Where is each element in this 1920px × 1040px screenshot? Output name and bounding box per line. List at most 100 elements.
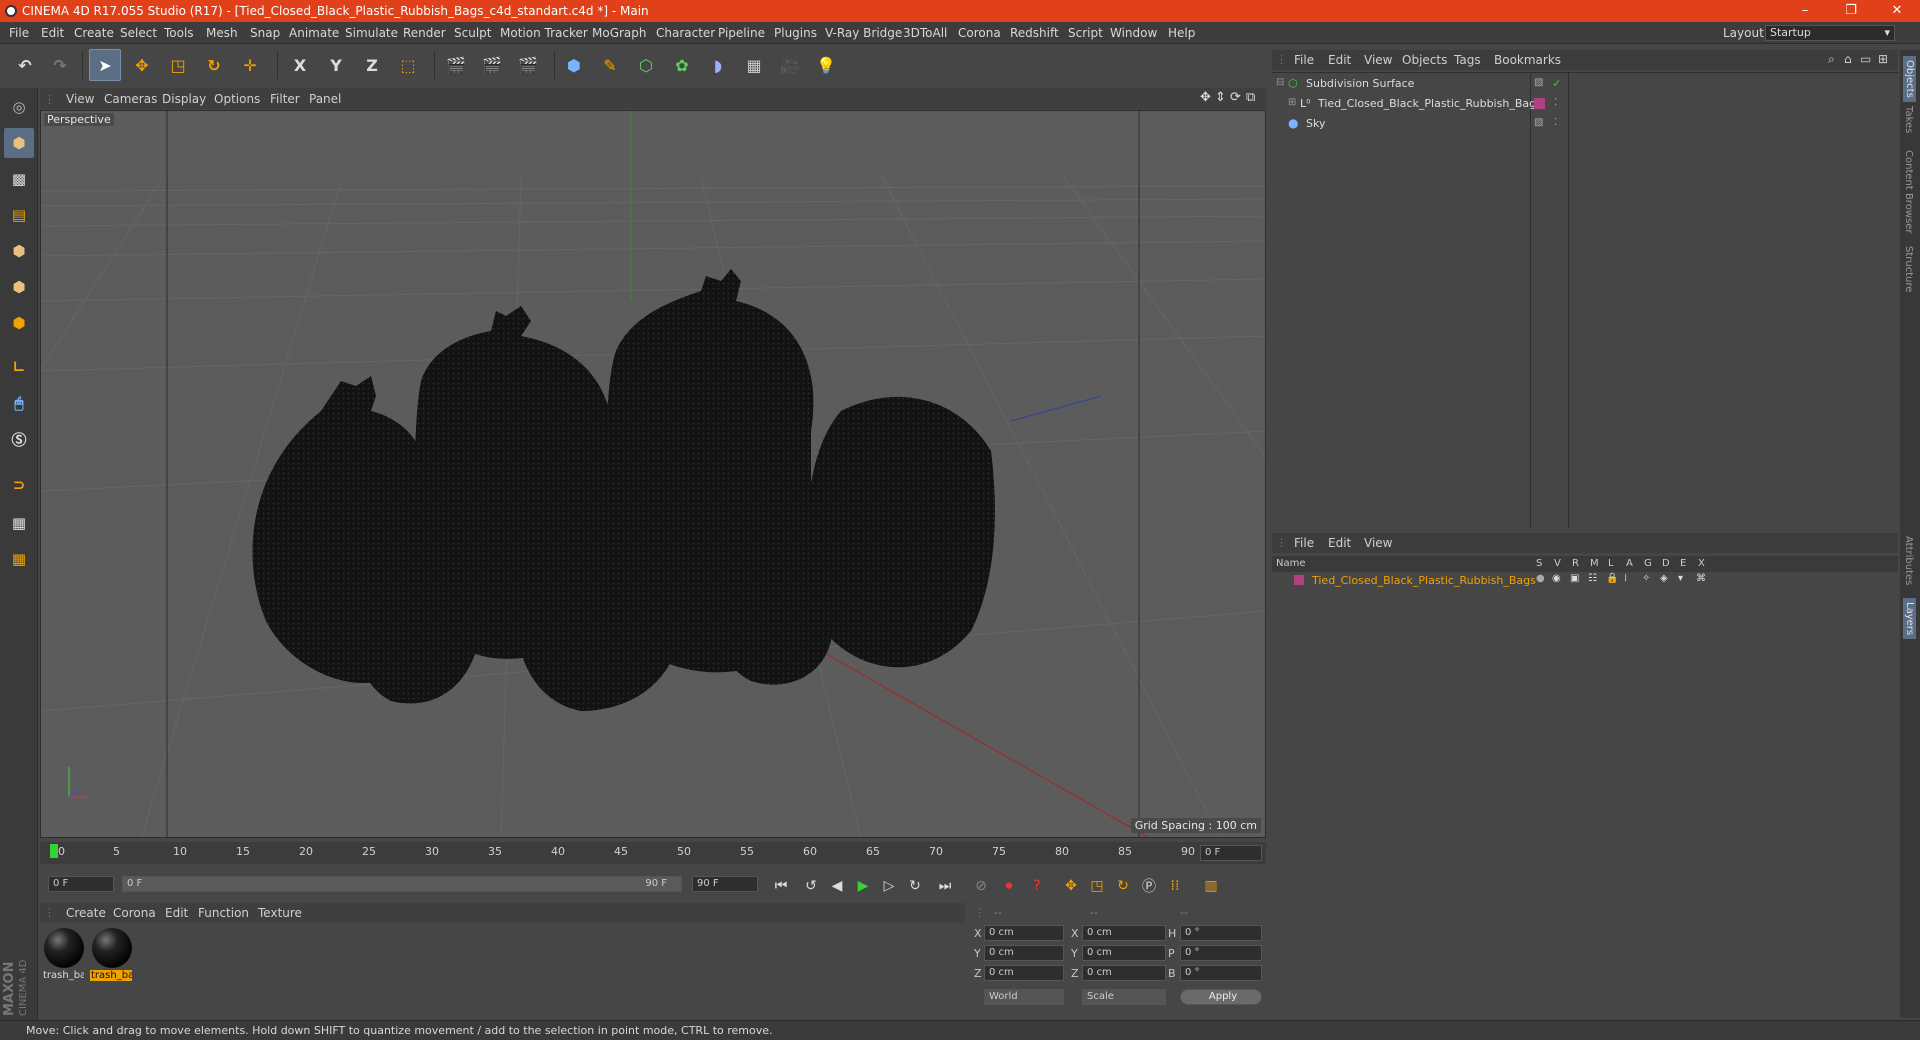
start-frame-field[interactable]: 0 F bbox=[48, 876, 114, 892]
render-picture-viewer-button[interactable]: 🎬 bbox=[476, 49, 508, 81]
menu-sculpt[interactable]: Sculpt bbox=[454, 26, 491, 40]
menu-simulate[interactable]: Simulate bbox=[345, 26, 398, 40]
menu-mograph[interactable]: MoGraph bbox=[592, 26, 647, 40]
layer-col-g[interactable]: G bbox=[1644, 558, 1652, 569]
menu-corona[interactable]: Corona bbox=[958, 26, 1001, 40]
end-frame-field[interactable]: 90 F bbox=[692, 876, 758, 892]
object-row[interactable]: ● Sky ▧ ⁚ bbox=[1272, 115, 1898, 133]
search-icon[interactable]: ⌕ bbox=[1828, 52, 1835, 67]
snap-button[interactable]: Ⓢ bbox=[4, 424, 34, 454]
layer-col-s[interactable]: S bbox=[1536, 558, 1542, 569]
viewport-menu-display[interactable]: Display bbox=[162, 92, 206, 106]
edges-mode-button[interactable]: ⬢ bbox=[4, 272, 34, 302]
layer-col-e[interactable]: E bbox=[1680, 558, 1686, 569]
layer-col-m[interactable]: M bbox=[1590, 558, 1599, 569]
goto-prev-key-button[interactable]: ↺ bbox=[800, 875, 822, 897]
checkmark-icon[interactable]: ✓ bbox=[1552, 77, 1561, 90]
playhead-marker[interactable] bbox=[50, 844, 58, 858]
move-tool-button[interactable]: ✥ bbox=[126, 49, 158, 81]
layer-col-r[interactable]: R bbox=[1572, 558, 1579, 569]
mograph-cloner-button[interactable]: ✿ bbox=[666, 49, 698, 81]
viewport-menu-filter[interactable]: Filter bbox=[270, 92, 300, 106]
texture-mode-button[interactable]: ▩ bbox=[4, 164, 34, 194]
material-menu-corona[interactable]: Corona bbox=[113, 906, 156, 920]
menu-vray-bridge[interactable]: V-Ray Bridge bbox=[825, 26, 902, 40]
material-menu-function[interactable]: Function bbox=[198, 906, 249, 920]
material-menu-create[interactable]: Create bbox=[66, 906, 106, 920]
viewport-rotate-icon[interactable]: ⟳ bbox=[1230, 90, 1241, 105]
edit-toggle-icon[interactable]: ▧ bbox=[1534, 77, 1543, 88]
visibility-dots-icon[interactable]: ⁚ bbox=[1554, 117, 1557, 128]
workplane-align-button[interactable]: ▦ bbox=[4, 544, 34, 574]
layers-menu-edit[interactable]: Edit bbox=[1328, 536, 1351, 550]
make-editable-button[interactable]: ◎ bbox=[4, 92, 34, 122]
transform-tool-button[interactable]: ✛ bbox=[234, 49, 266, 81]
object-row[interactable]: ⊟ ⬡ Subdivision Surface ▧ ✓ bbox=[1272, 75, 1898, 93]
position-y-field[interactable]: 0 cm bbox=[984, 945, 1064, 961]
x-axis-button[interactable]: X bbox=[284, 49, 316, 81]
key-scale-button[interactable]: ◳ bbox=[1086, 875, 1108, 897]
size-z-field[interactable]: 0 cm bbox=[1082, 965, 1166, 981]
workplane-lock-button[interactable]: ▦ bbox=[4, 508, 34, 538]
viewport-menu-cameras[interactable]: Cameras bbox=[104, 92, 157, 106]
material-menu-texture[interactable]: Texture bbox=[258, 906, 302, 920]
viewport-maximize-icon[interactable]: ⧉ bbox=[1246, 90, 1255, 105]
tab-layers[interactable]: Layers bbox=[1903, 598, 1916, 640]
menu-pipeline[interactable]: Pipeline bbox=[718, 26, 765, 40]
key-rotation-button[interactable]: ↻ bbox=[1112, 875, 1134, 897]
rotation-p-field[interactable]: 0 ° bbox=[1180, 945, 1262, 961]
objects-menu-edit[interactable]: Edit bbox=[1328, 53, 1351, 67]
scale-tool-button[interactable]: ◳ bbox=[162, 49, 194, 81]
keyframe-selection-button[interactable]: ? bbox=[1026, 875, 1048, 897]
points-mode-button[interactable]: ⬢ bbox=[4, 236, 34, 266]
rotation-h-field[interactable]: 0 ° bbox=[1180, 925, 1262, 941]
menu-redshift[interactable]: Redshift bbox=[1010, 26, 1059, 40]
expand-icon[interactable]: ⊞ bbox=[1288, 97, 1296, 108]
rubbish-bags-model[interactable] bbox=[252, 269, 995, 711]
object-row[interactable]: ⊞ L⁰ Tied_Closed_Black_Plastic_Rubbish_B… bbox=[1272, 95, 1898, 113]
viewport-move-icon[interactable]: ✥ bbox=[1200, 90, 1211, 105]
viewport-zoom-icon[interactable]: ⇕ bbox=[1215, 90, 1226, 105]
xref-icon[interactable]: ⌘ bbox=[1696, 573, 1706, 584]
play-button[interactable]: ▶ bbox=[852, 875, 874, 897]
objects-menu-tags[interactable]: Tags bbox=[1454, 53, 1481, 67]
y-axis-button[interactable]: Y bbox=[320, 49, 352, 81]
tab-objects[interactable]: Objects bbox=[1903, 56, 1916, 102]
size-mode-select[interactable]: Scale bbox=[1082, 989, 1166, 1005]
layer-col-d[interactable]: D bbox=[1662, 558, 1670, 569]
key-position-button[interactable]: ✥ bbox=[1060, 875, 1082, 897]
workplane-mode-button[interactable]: ▤ bbox=[4, 200, 34, 230]
visibility-dots-icon[interactable]: ⁚ bbox=[1554, 97, 1557, 108]
menu-motion-tracker[interactable]: Motion Tracker bbox=[500, 26, 588, 40]
render-view-button[interactable]: 🎬 bbox=[440, 49, 472, 81]
material-menu-edit[interactable]: Edit bbox=[165, 906, 188, 920]
tab-structure[interactable]: Structure bbox=[1903, 246, 1914, 293]
menu-help[interactable]: Help bbox=[1168, 26, 1195, 40]
axis-mode-button[interactable]: ∟ bbox=[4, 352, 34, 382]
material-swatch-selected[interactable]: trash_ba bbox=[90, 926, 134, 988]
layer-col-l[interactable]: L bbox=[1608, 558, 1614, 569]
edit-toggle-icon[interactable]: ▧ bbox=[1534, 117, 1543, 128]
menu-create[interactable]: Create bbox=[74, 26, 114, 40]
key-parameter-button[interactable]: Ⓟ bbox=[1138, 875, 1160, 897]
undo-button[interactable]: ↶ bbox=[9, 49, 41, 81]
key-pla-button[interactable]: ⁞⁞ bbox=[1164, 875, 1186, 897]
layer-col-v[interactable]: V bbox=[1554, 558, 1561, 569]
tab-takes[interactable]: Takes bbox=[1903, 106, 1914, 133]
z-axis-button[interactable]: Z bbox=[356, 49, 388, 81]
polygons-mode-button[interactable]: ⬢ bbox=[4, 308, 34, 338]
deformer-button[interactable]: ◗ bbox=[702, 49, 734, 81]
menu-edit[interactable]: Edit bbox=[41, 26, 64, 40]
record-keys-button[interactable]: ⊘ bbox=[970, 875, 992, 897]
lock-icon[interactable]: 🔒 bbox=[1606, 573, 1618, 584]
tab-attributes[interactable]: Attributes bbox=[1903, 536, 1914, 585]
layer-color-swatch[interactable] bbox=[1294, 575, 1304, 585]
menu-render[interactable]: Render bbox=[403, 26, 446, 40]
rotation-b-field[interactable]: 0 ° bbox=[1180, 965, 1262, 981]
minimize-button[interactable]: – bbox=[1782, 0, 1828, 22]
menu-window[interactable]: Window bbox=[1110, 26, 1157, 40]
tab-content-browser[interactable]: Content Browser bbox=[1903, 150, 1914, 233]
autokey-button[interactable]: ⏺ bbox=[998, 875, 1020, 897]
pen-spline-button[interactable]: ✎ bbox=[594, 49, 626, 81]
eye-icon[interactable]: ◉ bbox=[1552, 573, 1561, 584]
